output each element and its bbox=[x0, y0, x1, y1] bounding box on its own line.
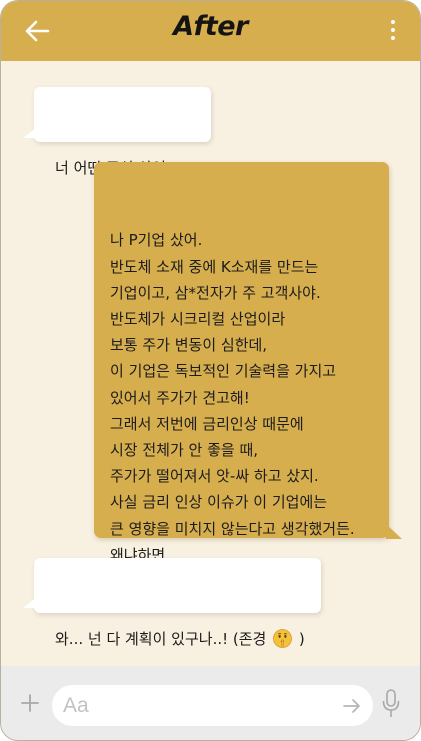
microphone-icon[interactable] bbox=[382, 689, 400, 719]
bubble-tail bbox=[23, 127, 37, 138]
bubble-tail bbox=[23, 597, 37, 608]
message-sent: 나 P기업 샀어. 반도체 소재 중에 K소재를 만드는 기업이고, 삼*전자가… bbox=[94, 162, 402, 564]
arrow-right-icon[interactable] bbox=[342, 697, 362, 715]
message-text: ) bbox=[294, 630, 305, 648]
message-received: 너 어떤 주식 샀어? bbox=[23, 87, 211, 177]
message-text: 나 P기업 샀어. 반도체 소재 중에 K소재를 만드는 기업이고, 삼*전자가… bbox=[110, 231, 355, 564]
bubble-tail bbox=[386, 524, 402, 539]
message-input-bar bbox=[1, 666, 420, 740]
message-input[interactable] bbox=[61, 690, 325, 722]
chat-screen: After 너 어떤 주식 샀어? 나 P기업 샀어. 반도체 소재 중에 K소… bbox=[0, 0, 421, 741]
message-field-wrapper bbox=[52, 685, 373, 726]
more-vertical-icon[interactable] bbox=[388, 20, 398, 44]
message-received: 와... 넌 다 계획이 있구나..! (존경 ) bbox=[23, 558, 321, 648]
shushing-face-emoji bbox=[273, 629, 293, 648]
plus-icon[interactable] bbox=[20, 693, 40, 713]
message-text: 와... 넌 다 계획이 있구나..! (존경 bbox=[55, 630, 272, 648]
chat-title: After bbox=[173, 11, 248, 42]
chat-header: After bbox=[1, 1, 420, 61]
